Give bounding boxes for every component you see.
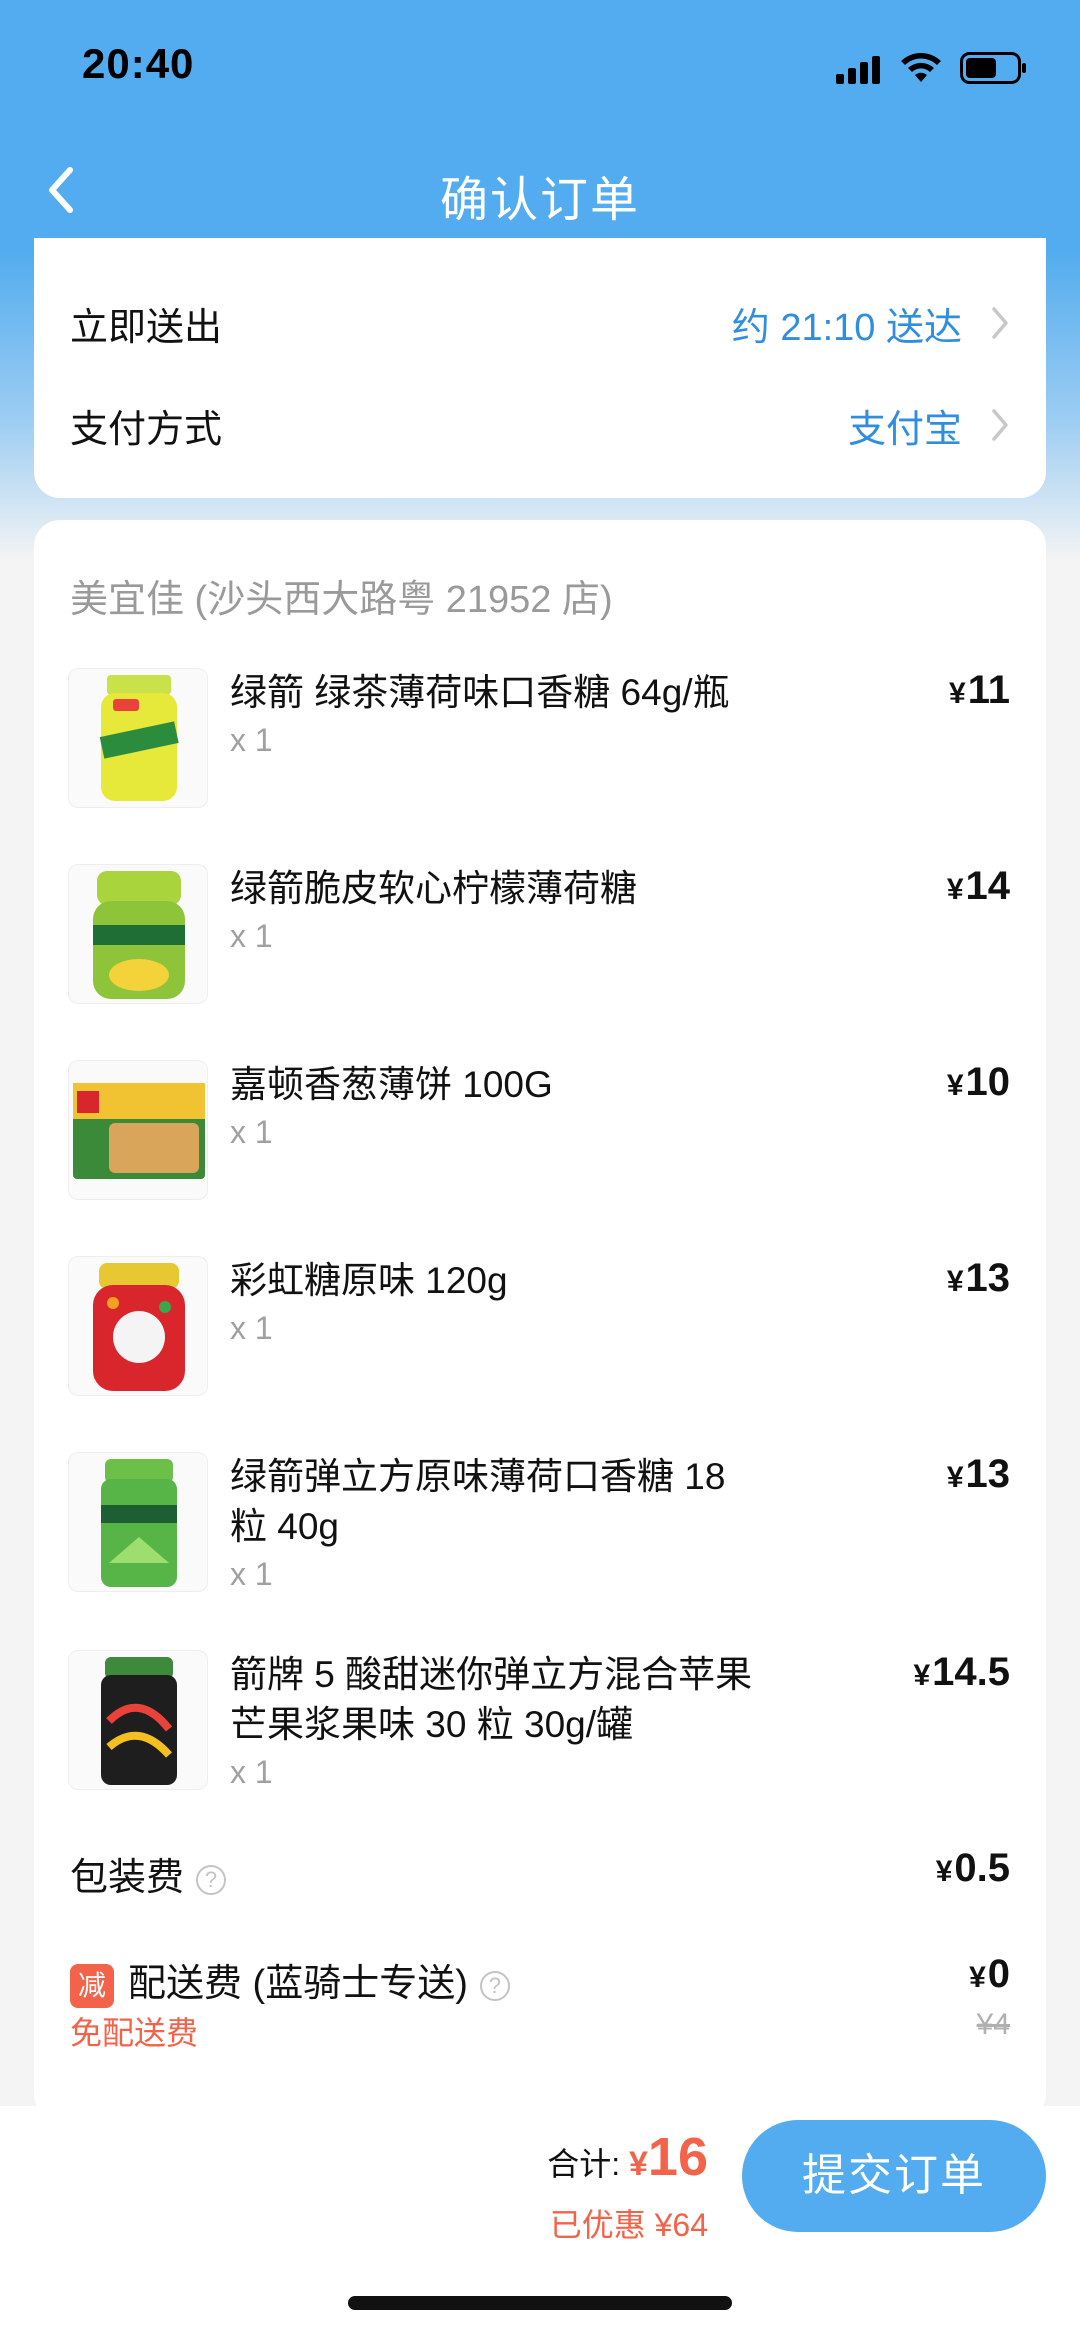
item-name: 绿箭弹立方原味薄荷口香糖 18 粒 40g — [230, 1456, 726, 1547]
item-price: ¥11 — [949, 668, 1010, 712]
dispatch-label: 立即送出 — [70, 307, 223, 349]
order-item[interactable]: 箭牌 5 酸甜迷你弹立方混合苹果芒果浆果味 30 粒 30g/罐 x 1 ¥14… — [34, 1650, 1046, 1830]
chevron-right-icon — [992, 307, 1008, 339]
item-price: ¥10 — [946, 1060, 1010, 1104]
item-price: ¥14.5 — [913, 1650, 1010, 1694]
order-item[interactable]: 嘉顿香葱薄饼 100G x 1 ¥10 — [34, 1060, 1046, 1240]
item-quantity: x 1 — [230, 1754, 273, 1790]
dispatch-value: 约 21:10 送达 — [731, 307, 962, 349]
status-bar: 20:40 — [0, 0, 1080, 130]
nav-bar: 确认订单 — [0, 130, 1080, 250]
delivery-card: 立即送出 约 21:10 送达 支付方式 支付宝 — [34, 238, 1046, 498]
item-name: 绿箭脆皮软心柠檬薄荷糖 — [230, 868, 637, 909]
delivery-fee-label: 减配送费 (蓝骑士专送)? — [70, 1952, 510, 2008]
payment-label: 支付方式 — [70, 409, 223, 451]
total-label: 合计: — [547, 2146, 629, 2182]
cellular-signal-icon — [836, 54, 880, 84]
order-card: 美宜佳 (沙头西大路粤 21952 店) 绿箭 绿茶薄荷味口香糖 64g/瓶 x… — [34, 520, 1046, 2120]
item-quantity: x 1 — [230, 1556, 273, 1592]
status-time: 20:40 — [82, 40, 195, 87]
item-quantity: x 1 — [230, 722, 273, 758]
packing-fee-label: 包装费? — [70, 1846, 227, 1901]
home-indicator — [348, 2296, 732, 2310]
product-image — [68, 1060, 208, 1200]
item-quantity: x 1 — [230, 918, 273, 954]
delivery-fee-price: ¥0 — [969, 1952, 1010, 1996]
discount-badge: 减 — [70, 1963, 114, 2008]
submit-order-button[interactable]: 提交订单 — [742, 2120, 1046, 2232]
packing-fee-price: ¥0.5 — [935, 1846, 1010, 1890]
payment-method-row[interactable]: 支付方式 支付宝 — [34, 374, 1046, 474]
battery-icon — [960, 52, 1026, 84]
wifi-icon — [901, 53, 941, 82]
original-delivery-fee: ¥4 — [976, 2008, 1010, 2041]
item-price: ¥14 — [946, 864, 1010, 908]
item-price: ¥13 — [946, 1452, 1010, 1496]
store-name: 美宜佳 (沙头西大路粤 21952 店) — [70, 579, 613, 621]
item-price: ¥13 — [946, 1256, 1010, 1300]
discount-text: 已优惠 ¥64 — [549, 2207, 708, 2243]
order-item[interactable]: 绿箭弹立方原味薄荷口香糖 18 粒 40g x 1 ¥13 — [34, 1452, 1046, 1632]
free-delivery-text: 免配送费 — [70, 2015, 199, 2051]
chevron-right-icon — [992, 409, 1008, 441]
help-icon[interactable]: ? — [196, 1864, 227, 1895]
total-line: 合计: ¥16 — [547, 2126, 708, 2188]
order-confirm-page: 20:40 确认订单 立即送出 约 21:10 送达 支付方式 支付宝 美宜佳 … — [0, 0, 1080, 2337]
product-image — [68, 1256, 208, 1396]
product-image — [68, 864, 208, 1004]
product-image — [68, 668, 208, 808]
total-amount: ¥16 — [629, 2127, 708, 2187]
payment-value: 支付宝 — [847, 409, 962, 451]
product-image — [68, 1650, 208, 1790]
dispatch-time-row[interactable]: 立即送出 约 21:10 送达 — [34, 272, 1046, 372]
item-name: 彩虹糖原味 120g — [230, 1260, 508, 1301]
item-quantity: x 1 — [230, 1114, 273, 1150]
item-quantity: x 1 — [230, 1310, 273, 1346]
item-name: 嘉顿香葱薄饼 100G — [230, 1064, 553, 1105]
help-icon[interactable]: ? — [479, 1970, 510, 2001]
order-item[interactable]: 彩虹糖原味 120g x 1 ¥13 — [34, 1256, 1046, 1436]
page-title: 确认订单 — [439, 174, 640, 227]
item-name: 绿箭 绿茶薄荷味口香糖 64g/瓶 — [230, 672, 730, 713]
item-name: 箭牌 5 酸甜迷你弹立方混合苹果芒果浆果味 30 粒 30g/罐 — [230, 1654, 753, 1745]
order-item[interactable]: 绿箭 绿茶薄荷味口香糖 64g/瓶 x 1 ¥11 — [34, 668, 1046, 848]
order-item[interactable]: 绿箭脆皮软心柠檬薄荷糖 x 1 ¥14 — [34, 864, 1046, 1044]
product-image — [68, 1452, 208, 1592]
